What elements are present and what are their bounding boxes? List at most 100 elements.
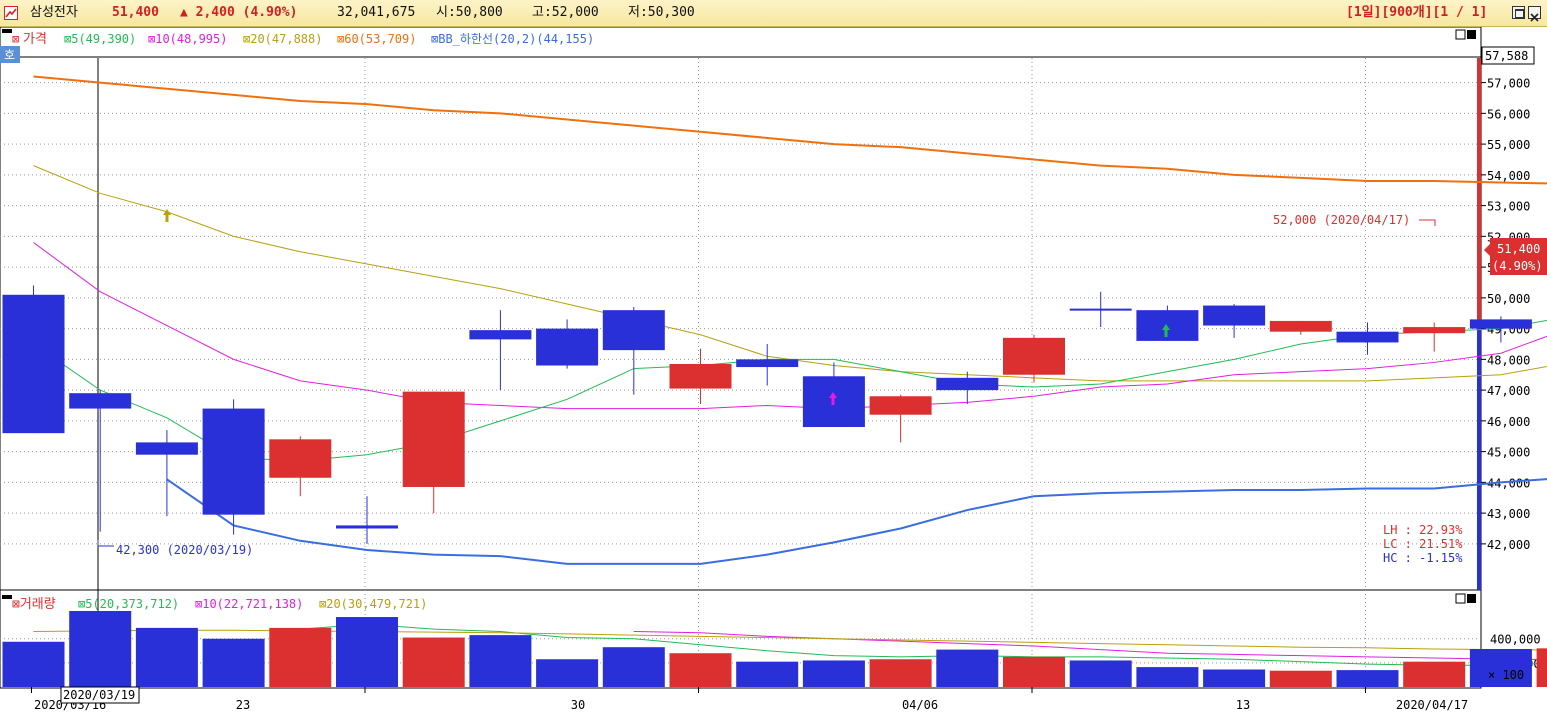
volume-bar: [736, 661, 799, 687]
candle-body: [536, 328, 599, 366]
candle-body: [402, 391, 465, 487]
volume-bar: [1536, 648, 1547, 687]
y-tick-label: 54,000: [1487, 169, 1530, 183]
trade-volume: 32,041,675: [337, 5, 416, 20]
legend-x-price[interactable]: ⊠: [12, 32, 19, 46]
y-tick-label: 47,000: [1487, 384, 1530, 398]
volume-unit: × 100: [1488, 668, 1524, 682]
scale-up-bar: [1477, 58, 1481, 324]
volume-tick-label: 400,000: [1490, 633, 1541, 647]
legend-vol5[interactable]: ⊠5(20,373,712): [78, 597, 179, 611]
panel-handle[interactable]: [2, 29, 12, 33]
stat-lh: LH : 22.93%: [1383, 523, 1463, 537]
volume-bar: [1136, 667, 1199, 687]
legend-ma5[interactable]: ⊠5(49,390): [64, 32, 136, 46]
high-annotation: 52,000 (2020/04/17): [1273, 213, 1410, 227]
ma10-cross-arrow-stem: [831, 397, 835, 405]
ma20-cross-arrow-stem: [165, 214, 169, 222]
volume-bar: [802, 660, 865, 687]
high-price: 고:52,000: [532, 5, 599, 20]
current-price-pointer: [1484, 244, 1490, 256]
close-button[interactable]: [1528, 6, 1541, 22]
maximize-button[interactable]: [1512, 6, 1525, 19]
candle-body: [1069, 308, 1132, 311]
stock-name: 삼성전자: [30, 5, 78, 20]
candle-body: [869, 396, 932, 415]
x-tick-label: 13: [1236, 698, 1250, 712]
volume-bar: [1069, 660, 1132, 687]
ma5-cross-arrow-stem: [1164, 329, 1168, 337]
low-price: 저:50,300: [628, 5, 695, 20]
current-price: 51,400: [112, 5, 159, 20]
volume-bar: [1203, 669, 1266, 687]
x-tick-label: 23: [236, 698, 250, 712]
candle-body: [2, 294, 65, 434]
y-tick-label: 53,000: [1487, 200, 1530, 214]
symbol-header-bar: 삼성전자 51,400 ▲ 2,400 (4.90%) 32,041,675 시…: [0, 0, 1547, 27]
y-tick-label: 46,000: [1487, 415, 1530, 429]
candle-body: [1203, 305, 1266, 326]
candle-body: [1269, 320, 1332, 332]
volume-bar: [1003, 656, 1065, 687]
candle-body: [469, 330, 532, 340]
crosshair-date: 2020/03/19: [63, 688, 135, 702]
candle-body: [336, 525, 398, 529]
y-tick-label: 55,000: [1487, 138, 1530, 152]
candle-body: [1003, 337, 1065, 375]
volume-bar: [69, 611, 132, 687]
y-tick-label: 42,000: [1487, 538, 1530, 552]
candle-body: [69, 393, 132, 409]
volume-bar: [202, 638, 265, 687]
legend-bb[interactable]: ⊠BB_하한선(20,2)(44,155): [431, 32, 594, 46]
candle-body: [1403, 327, 1466, 334]
stat-lc: LC : 21.51%: [1383, 537, 1463, 551]
volume-bar: [336, 617, 398, 687]
close-icon: [1530, 13, 1539, 22]
volume-bar: [469, 635, 532, 687]
ho-label: 호: [4, 48, 15, 62]
stat-hc: HC : -1.15%: [1383, 551, 1463, 565]
volume-bar: [536, 659, 599, 687]
open-price: 시:50,800: [436, 5, 503, 20]
current-pct-label: (4.90%): [1492, 259, 1543, 273]
candle-body: [736, 359, 799, 368]
candle-body: [269, 439, 332, 478]
y-tick-label: 57,000: [1487, 77, 1530, 91]
stock-chart[interactable]: 42,00043,00044,00045,00046,00047,00048,0…: [0, 27, 1547, 718]
legend-ma60[interactable]: ⊠60(53,709): [337, 32, 416, 46]
chart-trend-icon[interactable]: [4, 6, 18, 20]
x-tick-label: 04/06: [902, 698, 938, 712]
volume-bar: [135, 627, 198, 687]
volume-bar: [869, 659, 932, 687]
low-annotation: 42,300 (2020/03/19): [116, 543, 253, 557]
volume-bar: [936, 649, 999, 687]
y-tick-label: 43,000: [1487, 507, 1530, 521]
volume-bar: [1269, 670, 1332, 687]
legend-ma10[interactable]: ⊠10(48,995): [148, 32, 227, 46]
x-tick-label: 2020/04/17: [1396, 698, 1468, 712]
x-tick-label: 30: [571, 698, 585, 712]
volume-bar: [402, 637, 465, 687]
volume-bar: [269, 627, 332, 687]
candle-body: [936, 377, 999, 391]
y-tick-label: 45,000: [1487, 446, 1530, 460]
y-tick-label: 48,000: [1487, 353, 1530, 367]
view-info[interactable]: [1일][900개][1 / 1]: [1346, 0, 1487, 26]
candle-body: [202, 408, 265, 515]
candle-body: [602, 310, 665, 351]
current-price-label: 51,400: [1497, 242, 1540, 256]
y-tick-label: 50,000: [1487, 292, 1530, 306]
legend-vol20[interactable]: ⊠20(30,479,721): [319, 597, 427, 611]
volume-bar: [2, 641, 65, 687]
volume-bar: [602, 647, 665, 687]
legend-volume[interactable]: ⊠거래량: [12, 597, 56, 612]
candle-body: [669, 363, 732, 389]
volume-panel-handle[interactable]: [2, 595, 12, 599]
candle-body: [1336, 331, 1399, 343]
legend-vol10[interactable]: ⊠10(22,721,138): [195, 597, 303, 611]
legend-ma20[interactable]: ⊠20(47,888): [243, 32, 322, 46]
legend-price[interactable]: 가격: [23, 32, 47, 47]
scale-down-bar: [1477, 324, 1481, 590]
price-change: ▲ 2,400 (4.90%): [180, 5, 298, 20]
y-tick-label: 56,000: [1487, 107, 1530, 121]
